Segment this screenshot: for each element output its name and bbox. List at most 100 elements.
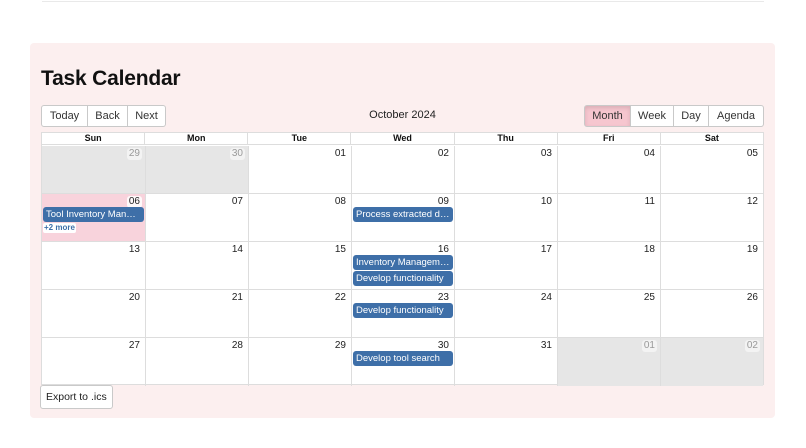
week-row: 20 21 22 23 Develop functionality 24 25 26 [42, 290, 763, 338]
event-chip[interactable]: Inventory Management [353, 255, 453, 270]
day-cell[interactable]: 03 [454, 146, 557, 193]
date-number[interactable]: 13 [126, 244, 142, 256]
week-row: 06Tool Inventory Management+2 more 07 0809… [42, 194, 763, 242]
date-number[interactable]: 31 [538, 340, 554, 352]
day-cell[interactable]: 11 [557, 194, 660, 241]
date-number[interactable]: 01 [641, 340, 657, 352]
date-number[interactable]: 08 [332, 196, 348, 208]
month-view-button[interactable]: Month [584, 105, 631, 127]
day-cell[interactable]: 14 [145, 242, 248, 289]
day-cell[interactable]: 17 [454, 242, 557, 289]
date-number[interactable]: 17 [538, 244, 554, 256]
date-number[interactable]: 21 [229, 292, 245, 304]
calendar-card: Task Calendar October 2024 Today Back Ne… [30, 43, 775, 418]
day-cell[interactable]: 08 [248, 194, 351, 241]
date-number[interactable]: 24 [538, 292, 554, 304]
day-cell[interactable]: 01 [557, 338, 660, 386]
date-number[interactable]: 27 [126, 340, 142, 352]
date-number[interactable]: 29 [126, 148, 142, 160]
day-cell[interactable]: 09 Process extracted data [351, 194, 454, 241]
day-view-button[interactable]: Day [674, 105, 709, 127]
date-number[interactable]: 07 [229, 196, 245, 208]
month-grid: Sun Mon Tue Wed Thu Fri Sat 29 30 01 02 03 04 05 06 To… [41, 132, 764, 386]
day-cell[interactable]: 25 [557, 290, 660, 337]
date-number[interactable]: 03 [538, 148, 554, 160]
date-number[interactable]: 14 [229, 244, 245, 256]
day-cell[interactable]: 26 [660, 290, 763, 337]
date-number[interactable]: 15 [332, 244, 348, 256]
day-cell[interactable]: 29 [248, 338, 351, 386]
agenda-view-button[interactable]: Agenda [709, 105, 764, 127]
date-number[interactable]: 28 [229, 340, 245, 352]
weekday-sat: Sat [659, 133, 763, 144]
date-number[interactable]: 02 [435, 148, 451, 160]
week-view-button[interactable]: Week [631, 105, 674, 127]
day-cell[interactable]: 06Tool Inventory Management+2 more [42, 194, 145, 241]
top-divider [42, 0, 764, 2]
day-cell[interactable]: 28 [145, 338, 248, 386]
export-ics-button[interactable]: Export to .ics [40, 385, 113, 409]
event-chip[interactable]: Process extracted data [353, 207, 453, 222]
weekday-sun: Sun [84, 133, 102, 143]
show-more-link[interactable]: +2 more [43, 223, 76, 233]
weekday-fri: Fri [556, 133, 660, 144]
date-number[interactable]: 18 [641, 244, 657, 256]
date-number[interactable]: 01 [332, 148, 348, 160]
weekday-header: Sun Mon Tue Wed Thu Fri Sat [42, 133, 763, 145]
day-cell[interactable]: 30 Develop tool search [351, 338, 454, 386]
day-cell[interactable]: 23 Develop functionality [351, 290, 454, 337]
weekday-wed: Wed [350, 133, 453, 144]
day-cell[interactable]: 21 [145, 290, 248, 337]
day-cell[interactable]: 01 [248, 146, 351, 193]
day-cell[interactable]: 30 [145, 146, 248, 193]
next-button[interactable]: Next [128, 105, 166, 127]
day-cell[interactable]: 22 [248, 290, 351, 337]
date-number[interactable]: 19 [744, 244, 760, 256]
day-cell[interactable]: 27 [42, 338, 145, 386]
day-cell[interactable]: 31 [454, 338, 557, 386]
back-button[interactable]: Back [88, 105, 128, 127]
week-row: 27 28 29 30 Develop tool search 31 01 02 [42, 338, 763, 386]
nav-button-group: Today Back Next [41, 105, 166, 127]
day-cell[interactable]: 16 Inventory Management Develop functional… [351, 242, 454, 289]
day-cell[interactable]: 05 [660, 146, 763, 193]
weekday-thu: Thu [453, 133, 557, 144]
day-cell[interactable]: 15 [248, 242, 351, 289]
week-row: 29 30 01 02 03 04 05 [42, 146, 763, 194]
date-number[interactable]: 20 [126, 292, 142, 304]
date-number[interactable]: 12 [744, 196, 760, 208]
day-cell[interactable]: 24 [454, 290, 557, 337]
date-number[interactable]: 26 [744, 292, 760, 304]
date-number[interactable]: 11 [642, 196, 657, 208]
date-number[interactable]: 05 [744, 148, 760, 160]
view-button-group: Month Week Day Agenda [584, 105, 764, 127]
day-cell[interactable]: 02 [660, 338, 763, 386]
day-cell[interactable]: 02 [351, 146, 454, 193]
week-row: 13 14 15 16 Inventory Management Develop func… [42, 242, 763, 290]
weekday-tue: Tue [247, 133, 350, 144]
date-number[interactable]: 22 [332, 292, 348, 304]
event-chip[interactable]: Develop tool search [353, 351, 453, 366]
date-number[interactable]: 02 [744, 340, 760, 352]
event-chip[interactable]: Develop functionality [353, 303, 453, 318]
date-number[interactable]: 10 [538, 196, 554, 208]
weekday-mon: Mon [144, 133, 247, 144]
date-number[interactable]: 30 [229, 148, 245, 160]
calendar-toolbar: October 2024 Today Back Next Month Week … [41, 105, 764, 127]
date-number[interactable]: 04 [641, 148, 657, 160]
day-cell[interactable]: 07 [145, 194, 248, 241]
page-title: Task Calendar [41, 67, 181, 90]
day-cell[interactable]: 19 [660, 242, 763, 289]
day-cell[interactable]: 10 [454, 194, 557, 241]
today-button[interactable]: Today [41, 105, 88, 127]
day-cell[interactable]: 29 [42, 146, 145, 193]
day-cell[interactable]: 18 [557, 242, 660, 289]
day-cell[interactable]: 20 [42, 290, 145, 337]
event-chip[interactable]: Tool Inventory Management [43, 207, 144, 222]
date-number[interactable]: 25 [641, 292, 657, 304]
day-cell[interactable]: 13 [42, 242, 145, 289]
day-cell[interactable]: 04 [557, 146, 660, 193]
date-number[interactable]: 29 [332, 340, 348, 352]
day-cell[interactable]: 12 [660, 194, 763, 241]
event-chip[interactable]: Develop functionality [353, 271, 453, 286]
